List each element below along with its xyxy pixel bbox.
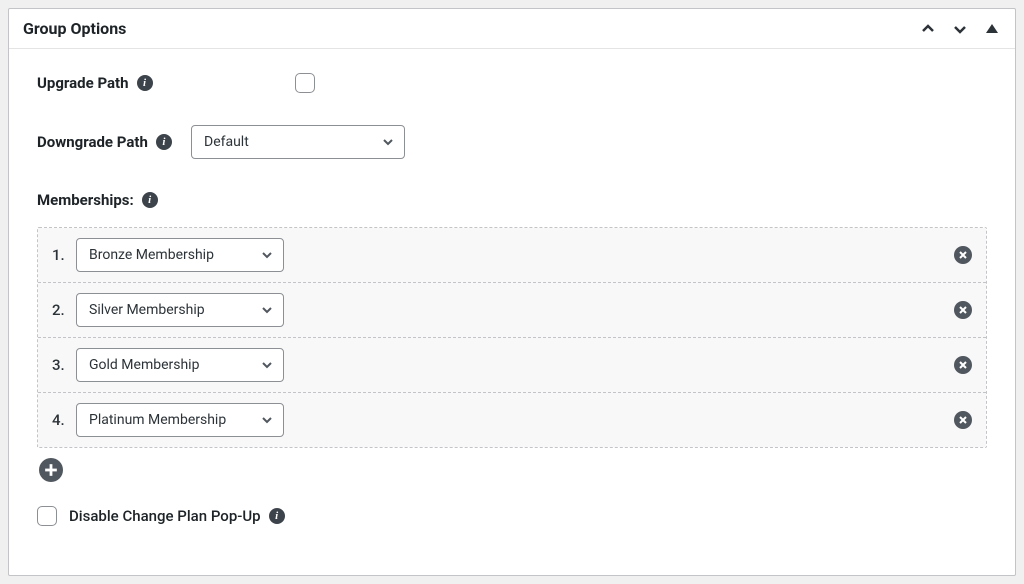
disable-popup-label: Disable Change Plan Pop-Up bbox=[69, 507, 261, 525]
chevron-down-icon[interactable] bbox=[951, 20, 969, 38]
row-index: 1. bbox=[52, 246, 76, 264]
chevron-up-icon[interactable] bbox=[919, 20, 937, 38]
memberships-label: Memberships: bbox=[37, 191, 134, 209]
membership-select-value: Platinum Membership bbox=[89, 412, 226, 428]
remove-row-button[interactable] bbox=[954, 356, 972, 374]
memberships-list: 1. Bronze Membership 2. Sil bbox=[37, 227, 987, 448]
membership-row[interactable]: 1. Bronze Membership bbox=[38, 228, 986, 283]
membership-select[interactable]: Gold Membership bbox=[76, 348, 284, 382]
group-options-panel: Group Options Upgrade Path i bbox=[8, 8, 1016, 576]
membership-select[interactable]: Bronze Membership bbox=[76, 238, 284, 272]
info-icon[interactable]: i bbox=[269, 508, 285, 524]
row-index: 2. bbox=[52, 301, 76, 319]
upgrade-path-label: Upgrade Path bbox=[37, 74, 129, 92]
row-index: 4. bbox=[52, 411, 76, 429]
chevron-down-icon bbox=[261, 304, 273, 316]
membership-select[interactable]: Platinum Membership bbox=[76, 403, 284, 437]
remove-row-button[interactable] bbox=[954, 301, 972, 319]
membership-select-value: Bronze Membership bbox=[89, 247, 214, 263]
downgrade-path-select[interactable]: Default bbox=[191, 125, 405, 159]
membership-row[interactable]: 4. Platinum Membership bbox=[38, 393, 986, 447]
remove-row-button[interactable] bbox=[954, 411, 972, 429]
membership-select[interactable]: Silver Membership bbox=[76, 293, 284, 327]
downgrade-path-value: Default bbox=[204, 134, 249, 150]
row-index: 3. bbox=[52, 356, 76, 374]
add-membership-button[interactable] bbox=[39, 458, 63, 482]
panel-title: Group Options bbox=[23, 19, 126, 38]
info-icon[interactable]: i bbox=[142, 192, 158, 208]
info-icon[interactable]: i bbox=[156, 134, 172, 150]
collapse-icon[interactable] bbox=[983, 20, 1001, 38]
chevron-down-icon bbox=[382, 136, 394, 148]
upgrade-path-checkbox[interactable] bbox=[295, 73, 315, 93]
remove-row-button[interactable] bbox=[954, 246, 972, 264]
downgrade-path-label: Downgrade Path bbox=[37, 133, 148, 151]
disable-popup-checkbox[interactable] bbox=[37, 506, 57, 526]
chevron-down-icon bbox=[261, 414, 273, 426]
upgrade-path-row: Upgrade Path i bbox=[37, 73, 987, 93]
downgrade-path-row: Downgrade Path i Default bbox=[37, 125, 987, 159]
disable-popup-row: Disable Change Plan Pop-Up i bbox=[37, 506, 987, 526]
memberships-label-row: Memberships: i bbox=[37, 191, 987, 209]
membership-select-value: Silver Membership bbox=[89, 302, 205, 318]
membership-row[interactable]: 2. Silver Membership bbox=[38, 283, 986, 338]
membership-select-value: Gold Membership bbox=[89, 357, 199, 373]
info-icon[interactable]: i bbox=[137, 75, 153, 91]
chevron-down-icon bbox=[261, 249, 273, 261]
panel-header-controls bbox=[919, 20, 1001, 38]
chevron-down-icon bbox=[261, 359, 273, 371]
membership-row[interactable]: 3. Gold Membership bbox=[38, 338, 986, 393]
panel-header: Group Options bbox=[9, 9, 1015, 49]
panel-body: Upgrade Path i Downgrade Path i Default bbox=[9, 49, 1015, 575]
